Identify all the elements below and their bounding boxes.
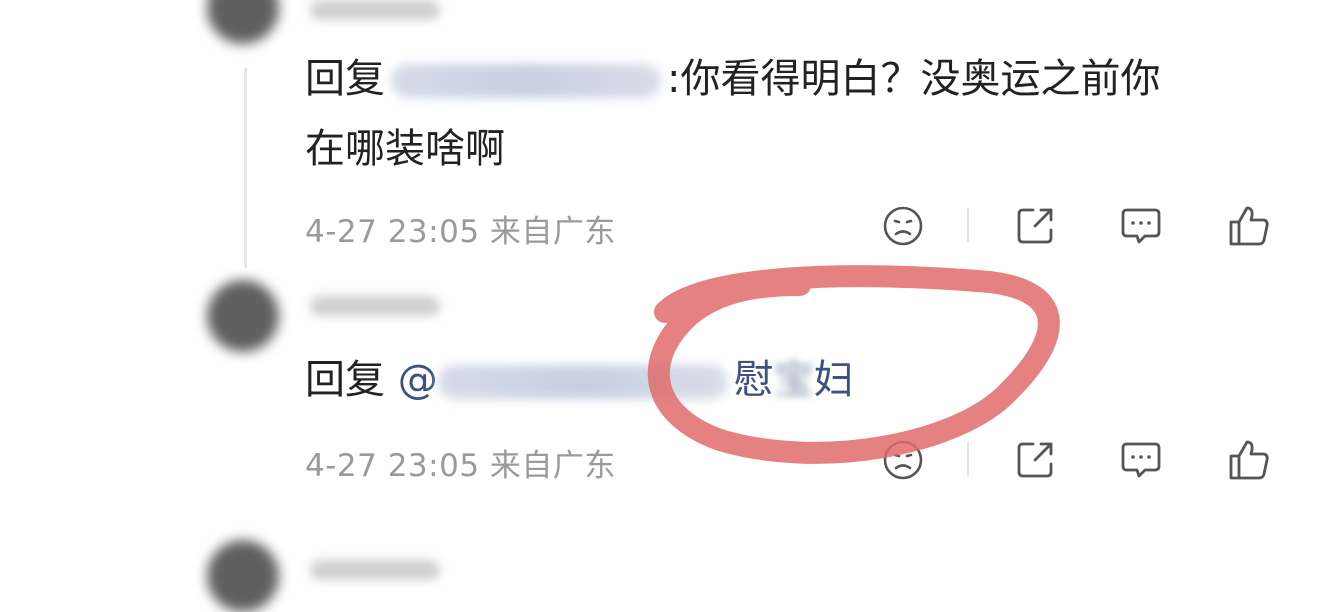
- username-blurred[interactable]: [310, 296, 440, 316]
- comment-text: 回复 :你看得明白？没奥运之前你 在哪装啥啊: [305, 44, 1285, 184]
- comment-icon[interactable]: [1118, 203, 1164, 249]
- mention-blurred[interactable]: [391, 64, 661, 98]
- mention-blurred[interactable]: [437, 365, 728, 399]
- avatar[interactable]: [207, 280, 279, 352]
- reply-prefix: 回复: [305, 357, 385, 403]
- avatar[interactable]: [207, 0, 279, 44]
- sad-face-icon[interactable]: [880, 437, 926, 483]
- sad-face-icon[interactable]: [880, 203, 926, 249]
- mention-tail[interactable]: 慰宝妇: [734, 357, 854, 403]
- blurred-char: 宝: [773, 357, 814, 403]
- reply-prefix: 回复: [305, 56, 385, 102]
- avatar[interactable]: [207, 540, 279, 612]
- comment-text-line1: :你看得明白？没奥运之前你: [667, 56, 1161, 102]
- action-bar: [0, 430, 1320, 490]
- mention-at[interactable]: @: [398, 357, 438, 403]
- username-blurred[interactable]: [310, 0, 440, 20]
- comment-text-line2: 在哪装啥啊: [305, 126, 505, 172]
- comment-text: 回复 @ 慰宝妇: [305, 345, 1285, 415]
- divider: [967, 442, 969, 476]
- thumbs-up-icon[interactable]: [1226, 437, 1272, 483]
- username-blurred[interactable]: [310, 560, 440, 580]
- action-bar: [0, 196, 1320, 256]
- share-icon[interactable]: [1012, 437, 1058, 483]
- comment-icon[interactable]: [1118, 437, 1164, 483]
- share-icon[interactable]: [1012, 203, 1058, 249]
- thumbs-up-icon[interactable]: [1226, 203, 1272, 249]
- divider: [967, 208, 969, 242]
